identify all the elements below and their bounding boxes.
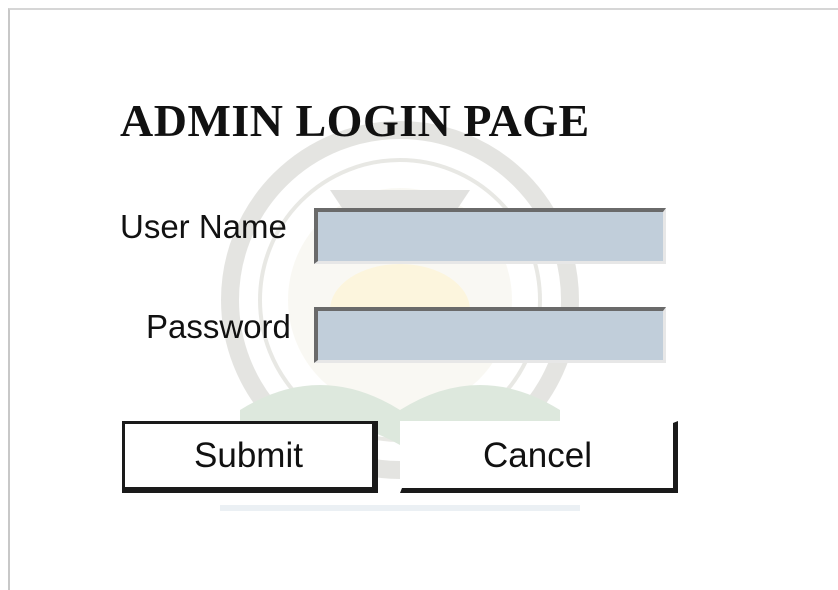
password-input[interactable] xyxy=(314,307,666,363)
username-input[interactable] xyxy=(314,208,666,264)
password-label: Password xyxy=(146,308,291,345)
submit-button[interactable]: Submit xyxy=(122,421,378,493)
username-label: User Name xyxy=(120,208,287,245)
page-title: ADMIN LOGIN PAGE xyxy=(120,95,590,146)
cancel-button[interactable]: Cancel xyxy=(400,421,678,493)
